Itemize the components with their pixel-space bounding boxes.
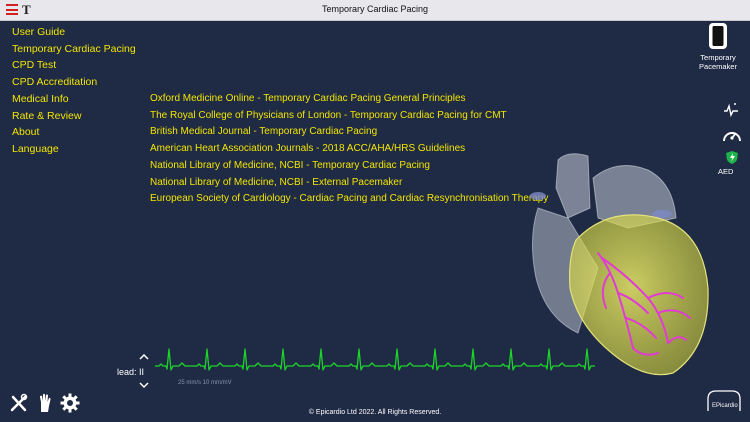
pacemaker-label-line2: Pacemaker — [699, 62, 737, 71]
copyright-footer: © Epicardio Ltd 2022. All Rights Reserve… — [308, 409, 442, 416]
pacemaker-device-icon — [709, 23, 727, 49]
temporary-pacemaker-button[interactable]: Temporary Pacemaker — [697, 22, 739, 71]
menu-item-rate-review[interactable]: Rate & Review — [12, 108, 136, 125]
link-esc[interactable]: European Society of Cardiology - Cardiac… — [150, 191, 548, 208]
ecg-trace — [155, 348, 595, 371]
menu-item-cpd-test[interactable]: CPD Test — [12, 57, 136, 74]
gauge-icon[interactable] — [721, 126, 743, 146]
title-bar: T Temporary Cardiac Pacing — [0, 0, 750, 21]
menu-item-about[interactable]: About — [12, 124, 136, 141]
link-aha-journals[interactable]: American Heart Association Journals - 20… — [150, 141, 548, 158]
link-ncbi-external[interactable]: National Library of Medicine, NCBI - Ext… — [150, 175, 548, 192]
ecg-scale-text: 25 mm/s 10 mm/mV — [178, 380, 232, 386]
link-ncbi-temporary[interactable]: National Library of Medicine, NCBI - Tem… — [150, 158, 548, 175]
main-menu: User Guide Temporary Cardiac Pacing CPD … — [12, 24, 136, 158]
link-bmj[interactable]: British Medical Journal - Temporary Card… — [150, 124, 548, 141]
pacemaker-label-line1: Temporary — [700, 53, 736, 62]
menu-item-language[interactable]: Language — [12, 141, 136, 158]
app-title: Temporary Cardiac Pacing — [321, 4, 429, 14]
menu-item-medical-info[interactable]: Medical Info — [12, 91, 136, 108]
link-oxford-medicine[interactable]: Oxford Medicine Online - Temporary Cardi… — [150, 91, 548, 108]
medical-info-links: Oxford Medicine Online - Temporary Cardi… — [150, 91, 548, 208]
lead-selector[interactable]: lead: II — [117, 367, 144, 377]
menu-item-temporary-cardiac-pacing[interactable]: Temporary Cardiac Pacing — [12, 41, 136, 58]
epicardio-logo-text: EPicardio — [712, 403, 738, 409]
menu-item-user-guide[interactable]: User Guide — [12, 24, 136, 41]
menu-item-cpd-accreditation[interactable]: CPD Accreditation — [12, 74, 136, 91]
lead-down-chevron-icon[interactable] — [138, 380, 150, 390]
link-royal-college[interactable]: The Royal College of Physicians of Londo… — [150, 108, 548, 125]
lead-up-chevron-icon[interactable] — [138, 352, 150, 362]
epicardio-logo[interactable] — [706, 389, 742, 413]
pacing-mode-icon[interactable] — [722, 102, 740, 118]
